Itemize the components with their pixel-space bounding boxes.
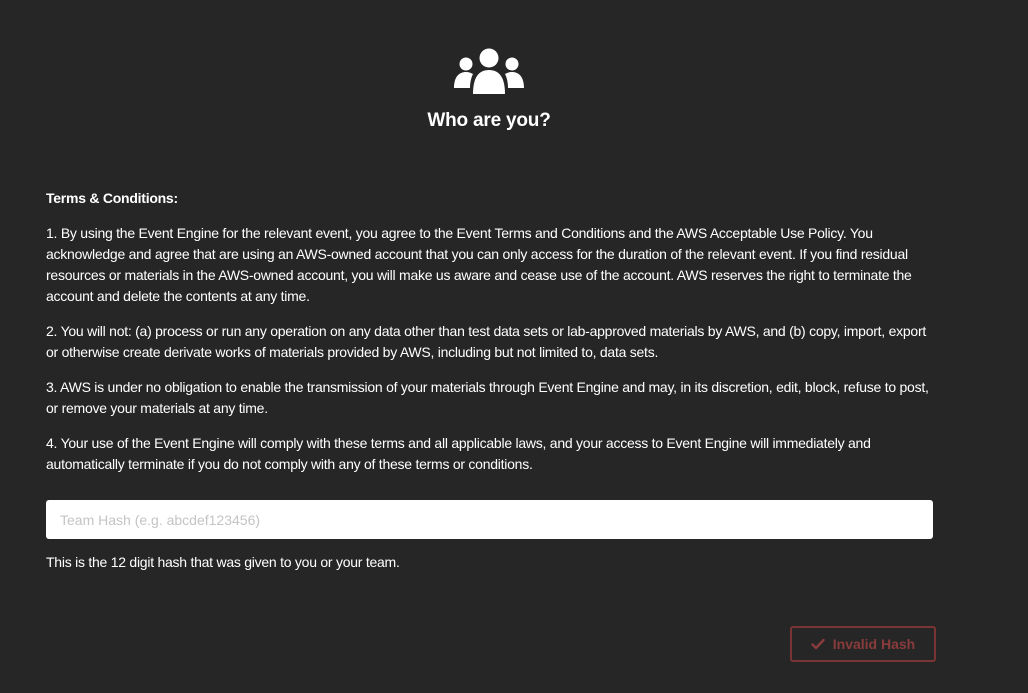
terms-item: 4. Your use of the Event Engine will com…	[46, 435, 871, 472]
check-icon	[811, 638, 825, 650]
page-title: Who are you?	[427, 110, 551, 131]
terms-section: Terms & Conditions: 1. By using the Even…	[46, 188, 936, 489]
terms-item: 1. By using the Event Engine for the rel…	[46, 225, 912, 304]
invalid-hash-button[interactable]: Invalid Hash	[790, 626, 936, 662]
team-hash-help-text: This is the 12 digit hash that was given…	[46, 554, 400, 570]
terms-item: 3. AWS is under no obligation to enable …	[46, 379, 929, 416]
team-hash-input[interactable]	[46, 500, 933, 539]
terms-heading: Terms & Conditions:	[46, 190, 178, 206]
invalid-hash-button-label: Invalid Hash	[832, 636, 916, 652]
header	[0, 48, 978, 99]
terms-item: 2. You will not: (a) process or run any …	[46, 323, 926, 360]
users-icon	[454, 48, 524, 94]
